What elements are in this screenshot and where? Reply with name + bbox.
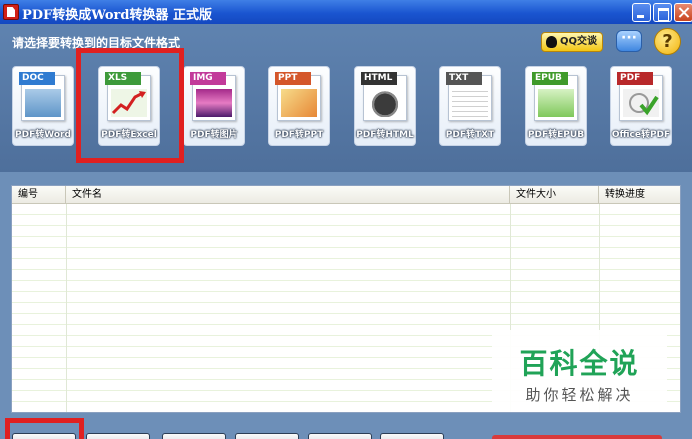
format-word-button[interactable]: DOC PDF转Word [12, 66, 74, 146]
format-label: PDF转图片 [190, 130, 238, 140]
toolbar-button-3[interactable] [162, 433, 226, 439]
watermark-title: 百科全说 [519, 347, 640, 380]
format-label: PDF转HTML [356, 130, 414, 140]
start-convert-button[interactable] [492, 435, 662, 439]
window-title: PDF转换成Word转换器 正式版 [22, 8, 212, 23]
table-header: 编号 文件名 文件大小 转换进度 [12, 186, 680, 204]
highlight-box-add-button [5, 418, 84, 439]
minimize-button[interactable] [632, 3, 651, 22]
column-progress[interactable]: 转换进度 [599, 186, 680, 204]
format-label: PDF转EPUB [527, 130, 585, 140]
format-label: PDF转TXT [445, 130, 495, 140]
format-txt-button[interactable]: TXT PDF转TXT [439, 66, 501, 146]
toolbar-button-4[interactable] [235, 433, 299, 439]
chat-bubble-icon[interactable] [616, 30, 642, 52]
column-filename[interactable]: 文件名 [66, 186, 510, 204]
toolbar-button-6[interactable] [380, 433, 444, 439]
column-divider [66, 204, 67, 412]
format-tag: TXT [446, 72, 482, 85]
app-pdf-icon [3, 4, 19, 20]
format-tag: IMG [190, 72, 226, 85]
ppt-slide-icon [281, 89, 317, 117]
format-ppt-button[interactable]: PPT PDF转PPT [268, 66, 330, 146]
epub-book-icon [538, 89, 574, 117]
watermark: 百科全说 助你轻松解决 [492, 330, 667, 412]
toolbar-button-2[interactable] [86, 433, 150, 439]
help-icon[interactable]: ? [654, 28, 681, 55]
close-button[interactable] [674, 3, 692, 22]
format-label: PDF转PPT [274, 130, 324, 140]
format-office-to-pdf-button[interactable]: PDF Office转PDF [610, 66, 672, 146]
format-image-button[interactable]: IMG PDF转图片 [183, 66, 245, 146]
text-file-icon [452, 89, 488, 117]
column-filesize[interactable]: 文件大小 [510, 186, 599, 204]
format-label: PDF转Word [15, 130, 71, 140]
title-bar: PDF转换成Word转换器 正式版 [0, 0, 692, 24]
format-tag: EPUB [532, 72, 568, 85]
format-tag: PPT [275, 72, 311, 85]
maximize-button[interactable] [653, 3, 672, 22]
html-globe-icon [367, 89, 403, 117]
format-label: Office转PDF [611, 130, 671, 140]
format-epub-button[interactable]: EPUB PDF转EPUB [525, 66, 587, 146]
format-html-button[interactable]: HTML PDF转HTML [354, 66, 416, 146]
word-doc-icon [25, 89, 61, 117]
format-tag: PDF [617, 72, 653, 85]
acrobat-check-icon [623, 89, 659, 117]
highlight-box-excel [76, 48, 184, 163]
column-number[interactable]: 编号 [12, 186, 66, 204]
qq-chat-button[interactable]: QQ交谈 [541, 32, 603, 52]
format-tag: DOC [19, 72, 55, 85]
toolbar-button-5[interactable] [308, 433, 372, 439]
image-icon [196, 89, 232, 117]
format-tag: HTML [361, 72, 397, 85]
watermark-subtitle: 助你轻松解决 [525, 386, 634, 404]
